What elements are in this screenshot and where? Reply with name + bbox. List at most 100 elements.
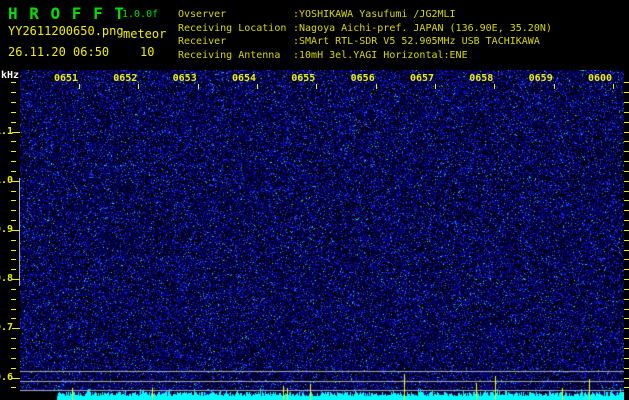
freq-minor-tick xyxy=(11,269,16,271)
app-title: H R O F F T xyxy=(8,4,125,23)
freq-major-tick xyxy=(12,180,20,182)
freq-major-tick xyxy=(12,229,20,231)
freq-minor-tick-right xyxy=(624,347,629,349)
station-info-value: :SMArt RTL-SDR V5 52.905MHz USB TACHIKAW… xyxy=(293,36,540,47)
freq-minor-tick-right xyxy=(624,92,629,94)
station-info-row: Receiver :SMArt RTL-SDR V5 52.905MHz USB … xyxy=(178,35,552,49)
time-tick-label: 0651 xyxy=(53,73,79,84)
freq-minor-tick xyxy=(11,101,16,103)
freq-minor-tick-right xyxy=(624,288,629,290)
freq-minor-tick-right xyxy=(624,377,629,379)
station-info: Ovserver :YOSHIKAWA Yasufumi /JG2MLI Recei… xyxy=(178,8,552,62)
time-tick-label: 0653 xyxy=(172,73,197,84)
freq-minor-tick xyxy=(11,357,16,359)
freq-major-tick xyxy=(12,279,20,281)
station-info-value: :10mH 3el.YAGI Horizontal:ENE xyxy=(293,49,468,61)
freq-minor-tick xyxy=(11,239,16,241)
freq-major-tick xyxy=(12,328,20,330)
freq-minor-tick xyxy=(11,82,16,84)
freq-minor-tick-right xyxy=(624,259,629,261)
freq-minor-tick-right xyxy=(624,239,629,241)
freq-minor-tick xyxy=(11,111,16,113)
time-tick-label: 0658 xyxy=(469,73,494,84)
freq-minor-tick-right xyxy=(624,328,629,330)
freq-minor-tick xyxy=(11,141,16,143)
time-tick-label: 0656 xyxy=(350,73,375,84)
freq-minor-tick xyxy=(11,259,16,261)
hrofft-screen: H R O F F T 1.0.0f YY2611200650.png mete… xyxy=(0,0,629,400)
station-info-row: Receiving Location :Nagoya Aichi-pref. JA… xyxy=(178,22,552,36)
time-tick-label: 0657 xyxy=(409,73,435,84)
interval-value: 10 xyxy=(140,45,155,59)
freq-minor-tick xyxy=(11,190,16,192)
time-tick-label: 0659 xyxy=(528,73,553,84)
time-tick-mark xyxy=(138,84,140,89)
freq-minor-tick xyxy=(11,318,16,320)
freq-minor-tick-right xyxy=(624,151,629,153)
freq-minor-tick xyxy=(11,210,16,212)
freq-minor-tick-right xyxy=(624,249,629,251)
time-tick-mark xyxy=(375,84,377,89)
freq-minor-tick-right xyxy=(624,210,629,212)
freq-minor-tick-right xyxy=(624,269,629,271)
freq-minor-tick-right xyxy=(624,190,629,192)
freq-minor-tick xyxy=(11,298,16,300)
freq-minor-tick xyxy=(11,288,16,290)
app-version: 1.0.0f xyxy=(122,9,159,20)
freq-minor-tick-right xyxy=(624,111,629,113)
station-info-value: :YOSHIKAWA Yasufumi /JG2MLI xyxy=(293,9,456,20)
freq-minor-tick xyxy=(11,387,16,389)
freq-minor-tick-right xyxy=(624,161,629,163)
time-tick-mark xyxy=(435,84,436,89)
time-tick-label: 0654 xyxy=(231,73,257,84)
freq-minor-tick-right xyxy=(624,141,629,143)
time-tick-label: 0600 xyxy=(587,73,613,84)
freq-minor-tick-right xyxy=(624,82,629,84)
freq-minor-tick xyxy=(11,151,16,153)
freq-axis-unit: kHz xyxy=(1,70,20,81)
freq-minor-tick-right xyxy=(624,170,629,172)
freq-minor-tick xyxy=(11,200,16,202)
freq-major-tick xyxy=(12,377,20,379)
time-tick-label: 0655 xyxy=(291,73,316,84)
freq-minor-tick xyxy=(11,367,16,369)
station-info-label: Receiver xyxy=(178,36,227,47)
freq-minor-tick-right xyxy=(624,131,629,133)
spectrogram-canvas xyxy=(20,70,624,400)
freq-minor-tick xyxy=(11,308,16,310)
time-tick-mark xyxy=(553,84,555,89)
freq-minor-tick xyxy=(11,170,16,172)
station-info-label: Ovserver xyxy=(178,9,227,20)
station-info-row: Receiving Antenna :10mH 3el.YAGI Horizont… xyxy=(178,49,552,63)
output-filename: YY2611200650.png xyxy=(8,24,124,38)
freq-minor-tick xyxy=(11,338,16,340)
time-tick-mark xyxy=(79,84,80,89)
freq-minor-tick-right xyxy=(624,338,629,340)
station-info-label: Receiving Antenna xyxy=(178,49,281,61)
station-info-row: Ovserver :YOSHIKAWA Yasufumi /JG2MLI xyxy=(178,8,552,22)
freq-minor-tick xyxy=(11,121,16,123)
freq-minor-tick xyxy=(11,161,16,163)
freq-minor-tick-right xyxy=(624,298,629,300)
freq-minor-tick-right xyxy=(624,121,629,123)
time-tick-mark xyxy=(613,84,614,89)
freq-minor-tick-right xyxy=(624,357,629,359)
time-tick-mark xyxy=(197,84,199,89)
time-tick-mark xyxy=(257,84,258,89)
mode-label: meteor xyxy=(123,27,167,41)
freq-major-tick xyxy=(12,131,20,133)
freq-minor-tick-right xyxy=(624,367,629,369)
time-tick-mark xyxy=(494,84,496,89)
station-info-value: :Nagoya Aichi-pref. JAPAN (136.90E, 35.2… xyxy=(293,22,552,34)
freq-minor-tick-right xyxy=(624,220,629,222)
freq-minor-tick-right xyxy=(624,318,629,320)
scale-bar xyxy=(19,178,20,286)
station-info-label: Receiving Location xyxy=(178,22,287,34)
file-datetime: 26.11.20 06:50 xyxy=(8,45,110,59)
freq-minor-tick-right xyxy=(624,180,629,182)
freq-minor-tick-right xyxy=(624,101,629,103)
freq-minor-tick xyxy=(11,249,16,251)
freq-minor-tick-right xyxy=(624,387,629,389)
time-tick-mark xyxy=(316,84,318,89)
freq-minor-tick xyxy=(11,347,16,349)
